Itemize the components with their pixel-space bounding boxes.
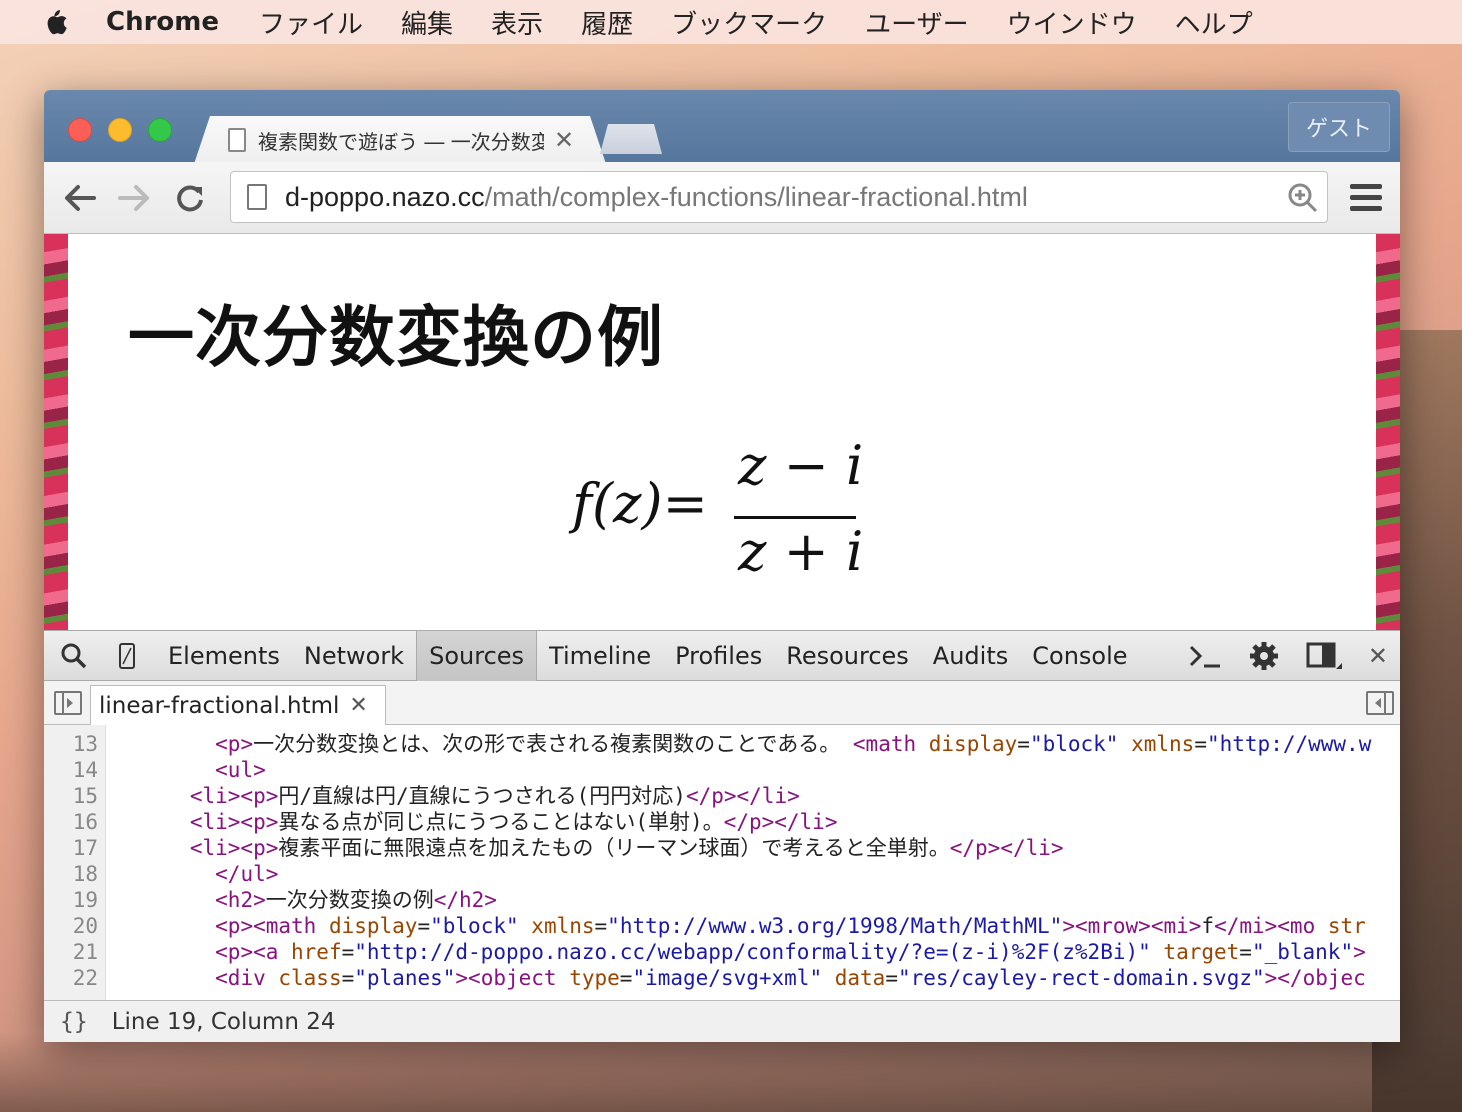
code-text: <ul> <box>215 758 266 782</box>
page-icon <box>247 184 267 210</box>
menu-window[interactable]: ウインドウ <box>1007 4 1137 41</box>
fraction-bar <box>734 516 856 519</box>
menu-edit[interactable]: 編集 <box>401 4 453 41</box>
macos-menubar: Chrome ファイル 編集 表示 履歴 ブックマーク ユーザー ウインドウ ヘ… <box>0 0 1462 44</box>
guest-profile-button[interactable]: ゲスト <box>1288 102 1390 152</box>
menu-file[interactable]: ファイル <box>259 4 363 41</box>
sources-file-bar: linear-fractional.html ✕ <box>44 681 1400 725</box>
url-text[interactable]: d-poppo.nazo.cc/math/complex-functions/l… <box>285 182 1028 213</box>
reload-icon <box>177 185 203 212</box>
gear-icon[interactable] <box>1248 640 1280 672</box>
address-bar[interactable]: d-poppo.nazo.cc/math/complex-functions/l… <box>230 171 1328 223</box>
math-formula: f(z)= z − i z + i <box>572 434 892 584</box>
zoom-icon[interactable] <box>1287 182 1319 218</box>
line-number: 15 <box>72 784 98 808</box>
formula-denominator: z + i <box>738 520 864 583</box>
formula-numerator: z − i <box>738 434 864 497</box>
background-flowers <box>1376 234 1400 630</box>
close-window-button[interactable] <box>68 118 92 142</box>
pretty-print-icon[interactable]: {} <box>60 1009 88 1035</box>
source-code-editor[interactable]: 13 <p>一次分数変換とは、次の形で表される複素関数のことである。 <math… <box>44 725 1400 1001</box>
code-text: <li><p>異なる点が同じ点にうつることはない(単射)。</p></li> <box>189 810 838 834</box>
close-tab-icon[interactable]: ✕ <box>554 126 574 154</box>
title-bar: 複素関数で遊ぼう ― 一次分数変換 ✕ ゲスト <box>44 90 1400 164</box>
zoom-window-button[interactable] <box>148 118 172 142</box>
open-file-tab[interactable]: linear-fractional.html ✕ <box>90 685 386 725</box>
menu-view[interactable]: 表示 <box>491 4 543 41</box>
back-button[interactable] <box>62 180 98 216</box>
apple-icon[interactable] <box>40 7 70 37</box>
chrome-menu-button[interactable] <box>1350 184 1382 212</box>
background-flowers <box>44 234 68 630</box>
tab-profiles[interactable]: Profiles <box>663 631 774 681</box>
page-content: 一次分数変換の例 f(z)= z − i z + i <box>44 234 1400 630</box>
new-tab-button[interactable] <box>600 124 662 154</box>
forward-button[interactable] <box>116 180 152 216</box>
code-text: <li><p>円/直線は円/直線にうつされる(円円対応)</p></li> <box>189 784 800 808</box>
sources-status-bar: {} Line 19, Column 24 <box>44 1000 1400 1042</box>
devtools-panel: Elements Network Sources Timeline Profil… <box>44 630 1400 1042</box>
menu-bookmarks[interactable]: ブックマーク <box>671 4 827 41</box>
wallpaper-shadow <box>0 1032 1462 1112</box>
menu-user[interactable]: ユーザー <box>865 4 968 41</box>
page-heading: 一次分数変換の例 <box>128 299 664 376</box>
code-text: <li><p>複素平面に無限遠点を加えたもの（リーマン球面）で考えると全単射。<… <box>189 836 1064 860</box>
close-devtools-icon[interactable]: ✕ <box>1368 642 1388 670</box>
tab-title: 複素関数で遊ぼう ― 一次分数変換 <box>258 129 544 154</box>
formula-lhs: f(z)= <box>572 472 708 535</box>
code-text: <div class="planes"><object type="image/… <box>215 966 1366 990</box>
code-text: </ul> <box>215 862 279 886</box>
dock-side-icon[interactable] <box>1306 641 1342 671</box>
tab-audits[interactable]: Audits <box>921 631 1020 681</box>
devtools-actions: ✕ <box>1188 631 1388 681</box>
line-number: 21 <box>72 940 98 964</box>
tab-network[interactable]: Network <box>292 631 416 681</box>
menu-help[interactable]: ヘルプ <box>1175 4 1253 41</box>
tab-sources[interactable]: Sources <box>416 630 538 681</box>
browser-tab-active[interactable]: 複素関数で遊ぼう ― 一次分数変換 ✕ <box>194 116 606 164</box>
browser-toolbar: d-poppo.nazo.cc/math/complex-functions/l… <box>44 162 1400 234</box>
line-number: 19 <box>72 888 98 912</box>
page-icon <box>228 128 246 152</box>
line-number: 14 <box>72 758 98 782</box>
tab-timeline[interactable]: Timeline <box>537 631 663 681</box>
cursor-position: Line 19, Column 24 <box>111 1008 336 1035</box>
code-text: <p>一次分数変換とは、次の形で表される複素関数のことである。 <math di… <box>215 732 1372 756</box>
line-number: 13 <box>72 732 98 756</box>
devtools-tabbar: Elements Network Sources Timeline Profil… <box>44 630 1400 681</box>
show-debugger-icon[interactable] <box>1366 691 1394 715</box>
device-mode-icon[interactable] <box>104 642 150 670</box>
console-drawer-icon[interactable] <box>1188 643 1222 669</box>
line-number: 17 <box>72 836 98 860</box>
close-file-icon[interactable]: ✕ <box>349 693 367 718</box>
forward-arrow-icon <box>118 185 149 211</box>
line-number: 22 <box>72 966 98 990</box>
minimize-window-button[interactable] <box>108 118 132 142</box>
code-text: <h2>一次分数変換の例</h2> <box>215 888 497 912</box>
line-number: 18 <box>72 862 98 886</box>
browser-window: 複素関数で遊ぼう ― 一次分数変換 ✕ ゲスト d-poppo.nazo.cc/… <box>44 90 1400 1042</box>
tab-console[interactable]: Console <box>1020 631 1139 681</box>
show-navigator-icon[interactable] <box>54 691 82 715</box>
tab-elements[interactable]: Elements <box>156 631 292 681</box>
code-text: <p><a href="http://d-poppo.nazo.cc/webap… <box>215 940 1366 964</box>
line-number: 16 <box>72 810 98 834</box>
tab-resources[interactable]: Resources <box>774 631 921 681</box>
search-icon[interactable] <box>44 642 104 670</box>
menu-history[interactable]: 履歴 <box>581 4 633 41</box>
menu-app-name[interactable]: Chrome <box>106 7 219 37</box>
line-number: 20 <box>72 914 98 938</box>
back-arrow-icon <box>65 185 96 211</box>
code-text: <p><math display="block" xmlns="http://w… <box>215 914 1366 938</box>
reload-button[interactable] <box>172 180 208 216</box>
open-file-name: linear-fractional.html <box>99 692 340 719</box>
